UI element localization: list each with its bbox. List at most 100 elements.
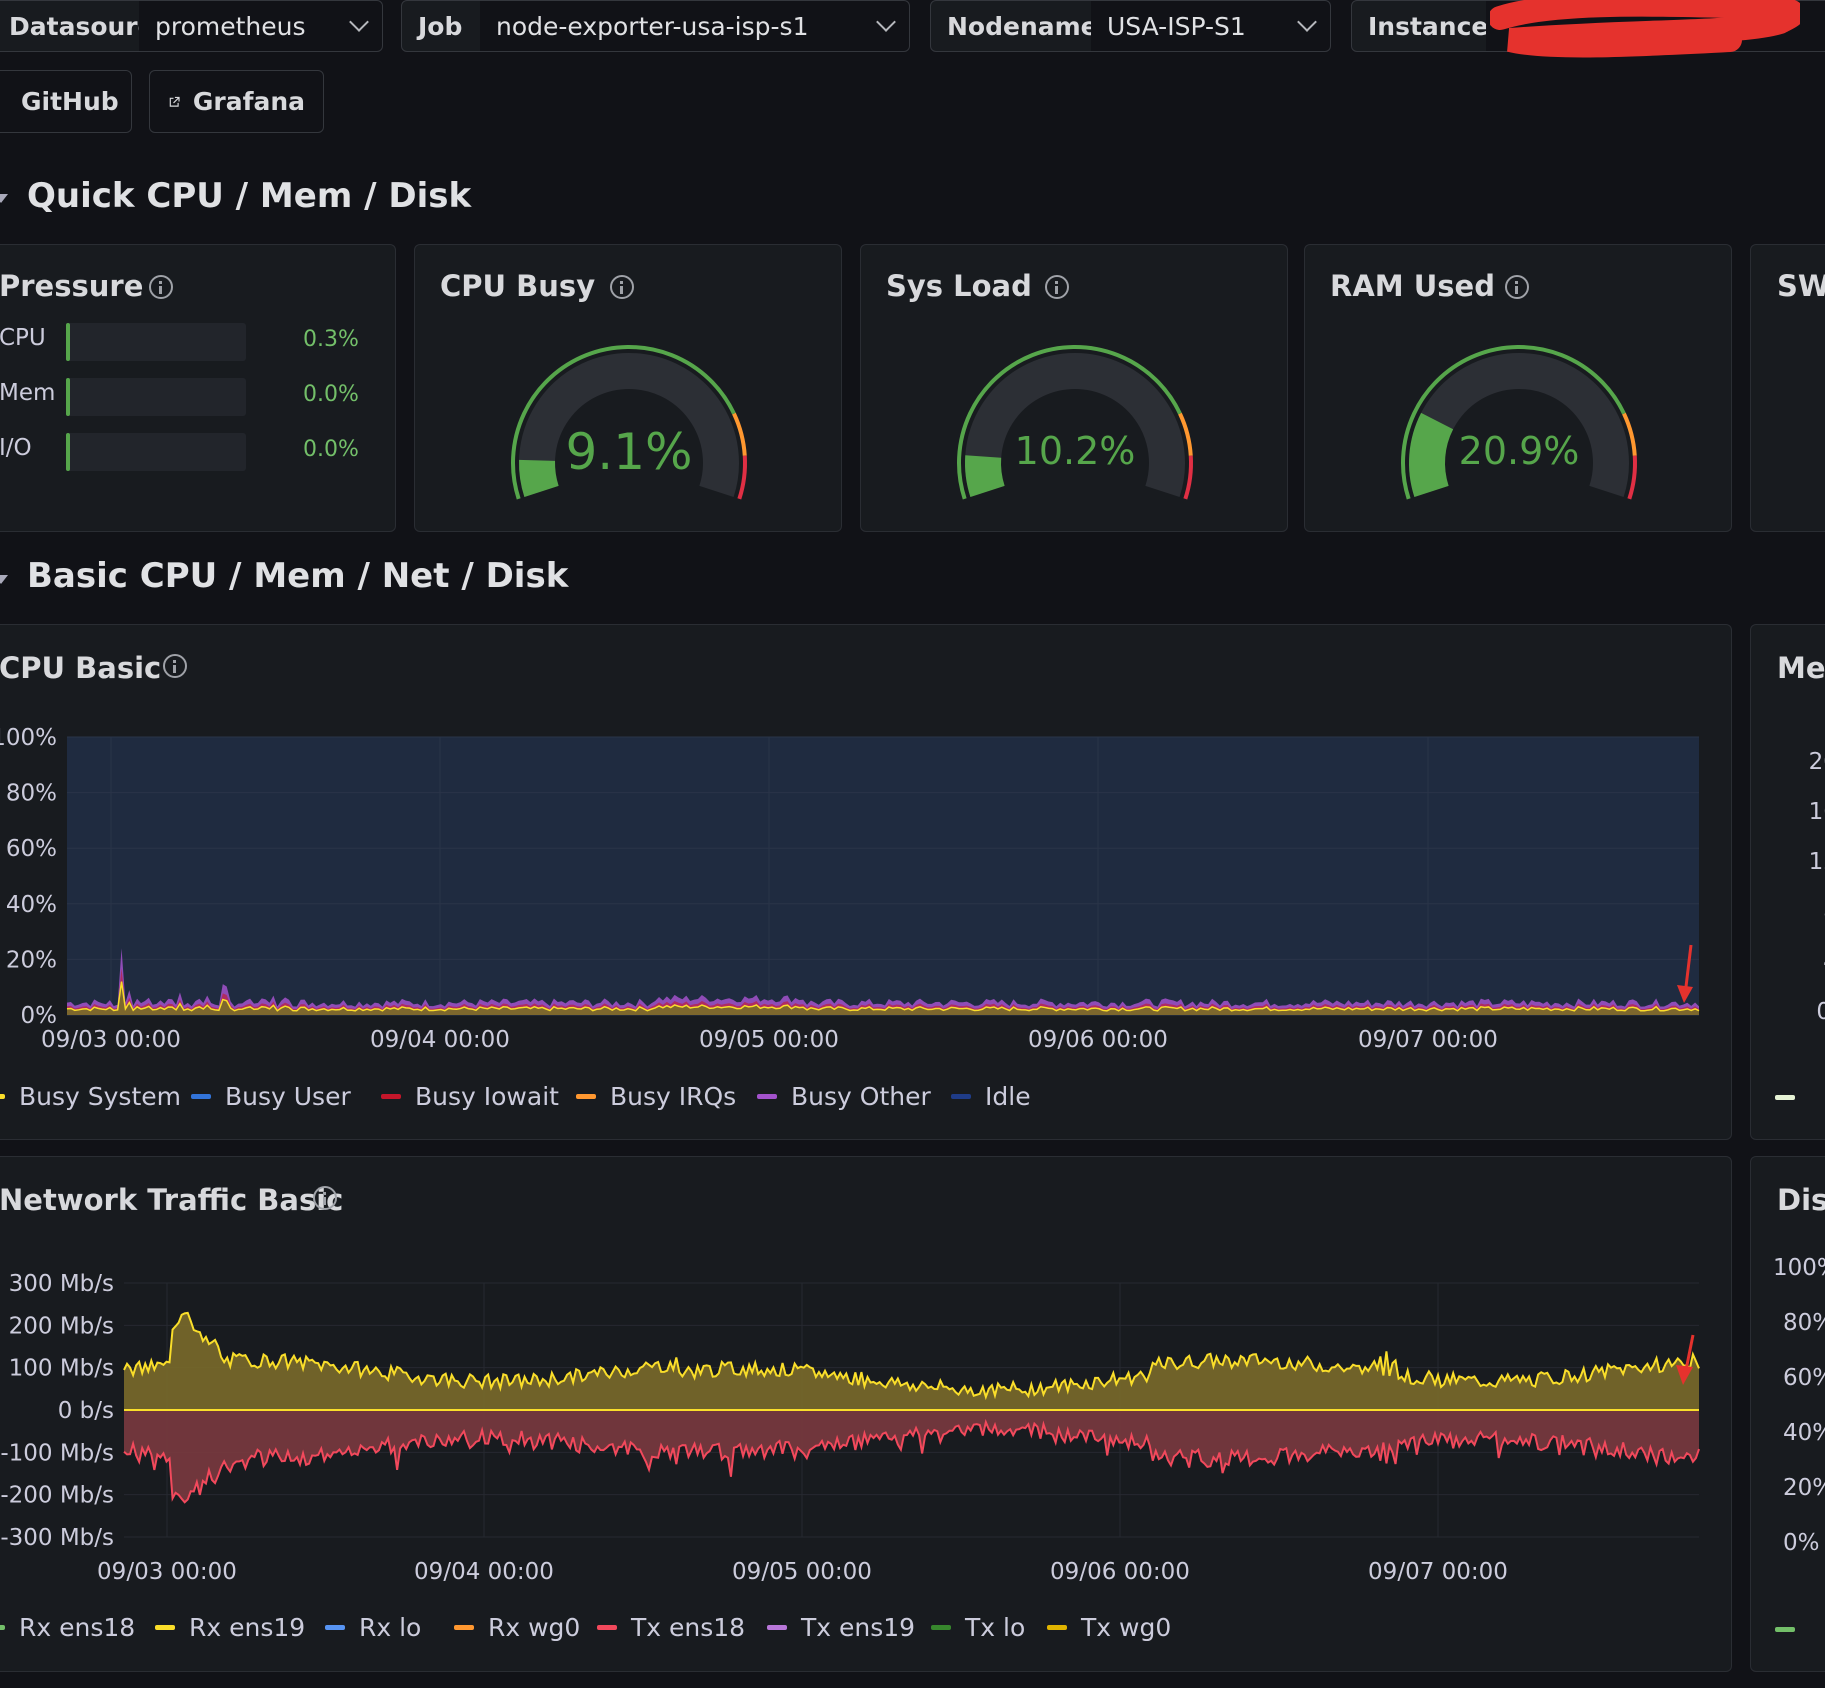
gauge-panel: RAM Used 20.9%: [1304, 244, 1732, 532]
y-tick: 0%: [21, 1003, 58, 1029]
legend-label: Rx ens19: [189, 1613, 306, 1642]
legend-item[interactable]: Rx lo: [325, 1613, 421, 1642]
pressure-label: Mem: [0, 380, 56, 406]
row-collapse-icon[interactable]: [0, 575, 8, 584]
legend-item[interactable]: Busy User: [191, 1082, 351, 1111]
row-title-quick[interactable]: Quick CPU / Mem / Disk: [27, 176, 471, 216]
legend-swatch: [155, 1625, 175, 1630]
legend-item[interactable]: Rx ens19: [155, 1613, 305, 1642]
pressure-bar-track: [66, 323, 246, 361]
nodename-select[interactable]: USA-ISP-S1: [1091, 0, 1331, 52]
y-tick: 100%: [1773, 1255, 1825, 1281]
legend-swatch: [767, 1625, 787, 1630]
y-tick: 12 G: [1808, 849, 1825, 875]
legend-item[interactable]: Tx wg0: [1047, 1613, 1171, 1642]
nodename-value: USA-ISP-S1: [1107, 11, 1246, 41]
y-tick: 20%: [1783, 1475, 1825, 1501]
x-tick: 09/06 00:00: [1050, 1559, 1190, 1585]
legend-label: Rx ens18: [19, 1613, 136, 1642]
chevron-down-icon: [876, 12, 896, 32]
network-traffic-panel: Network Traffic Basic 300 Mb/s 200 Mb/s 10…: [0, 1156, 1732, 1672]
tx-ens18-area: [124, 1410, 1699, 1503]
disk-panel: Disk 100% 80% 60% 40% 20% 0%: [1750, 1156, 1825, 1672]
y-tick: -100 Mb/s: [0, 1440, 114, 1466]
legend-swatch: [0, 1625, 5, 1630]
github-link-label: GitHub: [21, 87, 119, 116]
grafana-link[interactable]: Grafana: [149, 70, 324, 133]
legend-swatch: [191, 1094, 211, 1099]
cpu-chart[interactable]: 100% 80% 60% 40% 20% 0%09/03 00:00 09/04 00:00…: [0, 625, 1732, 1065]
y-tick: -300 Mb/s: [0, 1525, 114, 1551]
gauge-value: 20.9%: [1458, 429, 1580, 473]
y-tick: 60%: [6, 836, 57, 862]
pressure-bar-fill: [66, 378, 70, 416]
legend-label: Tx wg0: [1081, 1613, 1172, 1642]
rx-ens19-area: [124, 1312, 1699, 1410]
legend-label: Busy System: [19, 1082, 181, 1111]
legend-label: Busy IRQs: [610, 1082, 737, 1111]
external-link-icon: [169, 96, 180, 107]
datasource-label: Datasource: [0, 0, 169, 52]
legend-swatch: [325, 1625, 345, 1630]
legend-item[interactable]: Tx ens18: [597, 1613, 745, 1642]
x-tick: 09/07 00:00: [1358, 1027, 1498, 1053]
legend-item[interactable]: Idle: [951, 1082, 1031, 1111]
legend-item[interactable]: Busy Iowait: [381, 1082, 559, 1111]
row-collapse-icon[interactable]: [0, 194, 8, 203]
legend-label: Rx lo: [359, 1613, 422, 1642]
y-tick: 0 b/s: [58, 1398, 114, 1424]
instance-label: Instance: [1351, 0, 1488, 52]
legend-item[interactable]: Busy IRQs: [576, 1082, 736, 1111]
gauge-panel: Sys Load 10.2%: [860, 244, 1288, 532]
datasource-select[interactable]: prometheus: [139, 0, 383, 52]
legend-swatch: [931, 1625, 951, 1630]
memory-panel: Mer 20 G16 G12 G8 G4 G0: [1750, 624, 1825, 1140]
legend-label: Tx lo: [965, 1613, 1026, 1642]
info-icon[interactable]: [149, 275, 173, 299]
legend-swatch: [454, 1625, 474, 1630]
y-tick: 40%: [1783, 1420, 1825, 1446]
redaction-scribble: [1490, 0, 1800, 58]
chevron-down-icon: [1297, 12, 1317, 32]
y-tick: 100 Mb/s: [9, 1356, 114, 1382]
idle-area: [67, 737, 1699, 1015]
y-tick: 0%: [1783, 1530, 1820, 1556]
network-chart[interactable]: 300 Mb/s 200 Mb/s 100 Mb/s 0 b/s -100 Mb/s -2…: [0, 1157, 1732, 1607]
legend-label: Tx ens18: [631, 1613, 746, 1642]
pressure-label: CPU: [0, 325, 46, 351]
github-link[interactable]: GitHub: [0, 70, 132, 133]
x-tick: 09/05 00:00: [699, 1027, 839, 1053]
legend-swatch: [0, 1094, 5, 1099]
legend-swatch: [381, 1094, 401, 1099]
y-tick: 300 Mb/s: [9, 1271, 114, 1297]
cpu-basic-panel: CPU Basic 100%80%60%40%20%0%09/03 00:000…: [0, 624, 1732, 1140]
legend-item[interactable]: Busy Other: [757, 1082, 931, 1111]
legend-item[interactable]: Busy System: [0, 1082, 181, 1111]
legend-swatch: [1047, 1625, 1067, 1630]
pressure-bar-fill: [66, 433, 70, 471]
legend-swatch: [576, 1094, 596, 1099]
legend-item[interactable]: Rx wg0: [454, 1613, 580, 1642]
gauge: [957, 345, 1193, 500]
gauge-value: 10.2%: [1014, 429, 1136, 473]
gauge: [1401, 345, 1637, 500]
legend-swatch: [951, 1094, 971, 1099]
pressure-value: 0.3%: [303, 327, 359, 352]
y-tick: 20 G: [1808, 749, 1825, 775]
legend-label: Tx ens19: [801, 1613, 916, 1642]
legend-item[interactable]: Tx ens19: [767, 1613, 915, 1642]
legend-item[interactable]: Tx lo: [931, 1613, 1025, 1642]
row-title-basic[interactable]: Basic CPU / Mem / Net / Disk: [27, 556, 568, 596]
legend-swatch: [597, 1625, 617, 1630]
y-tick: 0: [1816, 999, 1825, 1025]
panel-title: Disk: [1777, 1183, 1825, 1217]
job-select[interactable]: node-exporter-usa-isp-s1: [480, 0, 910, 52]
pressure-value: 0.0%: [303, 437, 359, 462]
panel-title: Mer: [1777, 651, 1825, 685]
legend-swatch: [1775, 1627, 1795, 1632]
job-label: Job: [401, 0, 481, 52]
gauge: [511, 345, 747, 500]
panel-title: SWA: [1777, 269, 1825, 303]
pressure-bar-fill: [66, 323, 70, 361]
legend-item[interactable]: Rx ens18: [0, 1613, 135, 1642]
